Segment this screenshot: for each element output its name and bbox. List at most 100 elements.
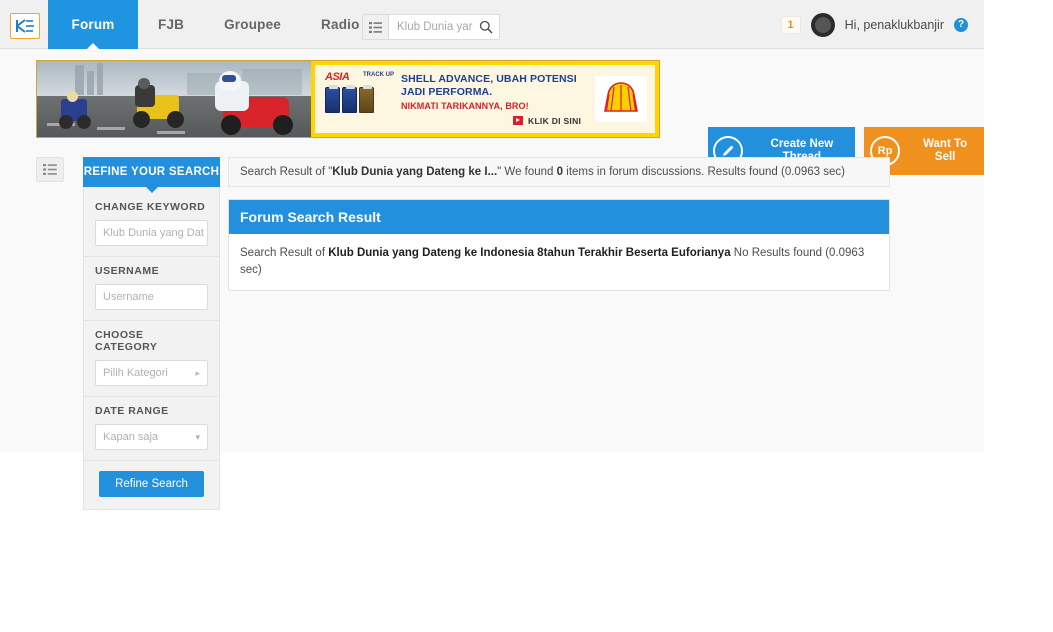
ad-banner-photo xyxy=(37,61,311,137)
shell-pecten-glyph xyxy=(604,82,638,112)
list-icon xyxy=(43,164,57,175)
filter-username-label: USERNAME xyxy=(95,265,160,277)
primary-nav: Forum FJB Groupee Radio xyxy=(48,0,380,49)
avatar-image xyxy=(814,16,831,33)
magnifier-glyph xyxy=(479,20,493,34)
list-icon xyxy=(369,21,382,33)
forum-search-result-body: Search Result of Klub Dunia yang Dateng … xyxy=(229,234,889,290)
username-input[interactable] xyxy=(103,291,245,303)
notification-badge[interactable]: 1 xyxy=(780,15,801,34)
ad-banner-creative: ASIA TRACK UP SHELL ADVANCE, UBAH POTENS… xyxy=(311,61,659,137)
ad-bottle xyxy=(325,85,340,113)
top-header: Forum FJB Groupee Radio Klub Dunia yar 1… xyxy=(0,0,984,49)
nav-tab-groupee-label: Groupee xyxy=(224,17,282,32)
header-search xyxy=(362,14,500,40)
ad-bottle xyxy=(342,85,357,113)
nav-tab-forum-label: Forum xyxy=(71,17,115,32)
avatar[interactable] xyxy=(810,12,835,37)
filter-choose-category-label: CHOOSE CATEGORY xyxy=(95,329,158,353)
ad-cta[interactable]: KLIK DI SINI xyxy=(401,116,595,126)
help-icon[interactable]: ? xyxy=(954,17,968,32)
ad-photo-wheel xyxy=(273,115,293,135)
filter-change-keyword: CHANGE KEYWORD xyxy=(84,193,245,257)
ad-cta-label: KLIK DI SINI xyxy=(528,115,582,126)
header-right-cluster: 1 Hi, penaklukbanjir ? xyxy=(780,0,968,49)
filter-change-keyword-label: CHANGE KEYWORD xyxy=(95,201,206,213)
ad-photo-building xyxy=(242,69,302,95)
body-query: Klub Dunia yang Dateng ke Indonesia 8tah… xyxy=(328,247,731,259)
ad-photo-wheel xyxy=(133,111,150,128)
ad-row: ASIA TRACK UP SHELL ADVANCE, UBAH POTENS… xyxy=(0,49,984,175)
ad-banner[interactable]: ASIA TRACK UP SHELL ADVANCE, UBAH POTENS… xyxy=(36,60,660,138)
filter-username: USERNAME xyxy=(84,257,245,321)
filter-choose-category: CHOOSE CATEGORY Pilih Kategori ▸ xyxy=(84,321,219,397)
ad-copy: SHELL ADVANCE, UBAH POTENSI JADI PERFORM… xyxy=(397,73,595,126)
ad-photo-wheel xyxy=(221,115,241,135)
nav-tab-fjb[interactable]: FJB xyxy=(138,0,204,49)
shell-logo-icon xyxy=(595,76,647,122)
want-to-sell-label: Want To Sell xyxy=(906,127,984,175)
play-icon xyxy=(513,116,523,125)
ad-photo-helmet xyxy=(67,91,78,102)
summary-prefix: Search Result of " xyxy=(240,166,333,178)
search-category-list-icon[interactable] xyxy=(362,14,388,40)
ad-photo-helmet xyxy=(138,78,150,89)
ad-photo-building xyxy=(87,71,94,95)
refine-search-button[interactable]: Refine Search xyxy=(99,471,204,497)
sidebar-toggle-icon[interactable] xyxy=(36,157,64,182)
ad-bottle xyxy=(359,85,374,113)
ad-photo-wheel xyxy=(77,115,91,129)
username-field[interactable] xyxy=(95,284,245,310)
date-range-select[interactable]: Kapan saja ▾ xyxy=(95,424,208,450)
ad-photo-visor xyxy=(222,75,236,82)
ad-brand-label: ASIA xyxy=(325,71,350,83)
kaskus-logo-icon[interactable] xyxy=(10,13,40,39)
ad-product-block: ASIA TRACK UP xyxy=(321,65,397,133)
site-shell: Forum FJB Groupee Radio Klub Dunia yar 1… xyxy=(0,0,984,510)
change-keyword-input[interactable] xyxy=(103,227,245,239)
nav-tab-forum[interactable]: Forum xyxy=(48,0,138,49)
ad-headline-line2: JADI PERFORMA. xyxy=(401,85,493,98)
summary-query: Klub Dunia yang Dateng ke I... xyxy=(332,166,498,178)
search-results-column: Search Result of "Klub Dunia yang Dateng… xyxy=(228,157,890,291)
nav-tab-fjb-label: FJB xyxy=(158,17,185,32)
pencil-glyph xyxy=(723,145,734,156)
filter-date-range: DATE RANGE Kapan saja ▾ xyxy=(84,397,219,461)
summary-tail: items in forum discussions. Results foun… xyxy=(563,166,845,178)
filter-date-range-label: DATE RANGE xyxy=(95,405,169,417)
refine-search-filters: CHANGE KEYWORD USERNAME CHOOSE CATEGORY xyxy=(83,187,245,510)
date-range-value: Kapan saja xyxy=(103,431,159,443)
ad-creative-inner: ASIA TRACK UP SHELL ADVANCE, UBAH POTENS… xyxy=(315,65,655,133)
ad-photo-building xyxy=(75,65,84,95)
change-keyword-field[interactable] xyxy=(95,220,245,246)
body-prefix: Search Result of xyxy=(240,247,329,259)
ad-photo-lane xyxy=(157,131,185,134)
ad-product-bottles xyxy=(325,85,374,113)
nav-tab-radio-label: Radio xyxy=(321,17,360,32)
summary-suffix: " We found xyxy=(497,166,557,178)
chevron-right-icon: ▸ xyxy=(195,367,200,378)
search-input[interactable] xyxy=(397,21,477,33)
nav-tab-groupee[interactable]: Groupee xyxy=(204,0,301,49)
search-box[interactable] xyxy=(388,14,500,40)
ad-brand-sub-label: TRACK UP xyxy=(363,72,394,78)
forum-search-result-panel: Forum Search Result Search Result of Klu… xyxy=(228,199,890,291)
refine-search-sidebar: REFINE YOUR SEARCH CHANGE KEYWORD USERNA… xyxy=(83,157,245,510)
ad-photo-building xyxy=(97,63,103,95)
choose-category-select[interactable]: Pilih Kategori ▸ xyxy=(95,360,208,386)
ad-photo-wheel xyxy=(167,111,184,128)
ad-subheadline: NIKMATI TARIKANNYA, BRO! xyxy=(401,100,529,111)
search-summary-bar: Search Result of "Klub Dunia yang Dateng… xyxy=(228,157,890,187)
refine-search-title: REFINE YOUR SEARCH xyxy=(83,157,220,193)
page-root: Forum FJB Groupee Radio Klub Dunia yar 1… xyxy=(0,0,1053,632)
chevron-down-icon: ▾ xyxy=(195,431,200,442)
kaskus-k-glyph xyxy=(16,19,34,33)
ad-photo-lane xyxy=(97,127,125,130)
search-icon[interactable] xyxy=(477,18,495,36)
user-greeting[interactable]: Hi, penaklukbanjir xyxy=(845,18,944,32)
choose-category-value: Pilih Kategori xyxy=(103,367,168,379)
ad-photo-wheel xyxy=(59,115,73,129)
refine-search-submit-wrap: Refine Search xyxy=(84,461,219,509)
forum-search-result-title: Forum Search Result xyxy=(229,200,889,234)
ad-headline-line1: SHELL ADVANCE, UBAH POTENSI xyxy=(401,72,577,85)
